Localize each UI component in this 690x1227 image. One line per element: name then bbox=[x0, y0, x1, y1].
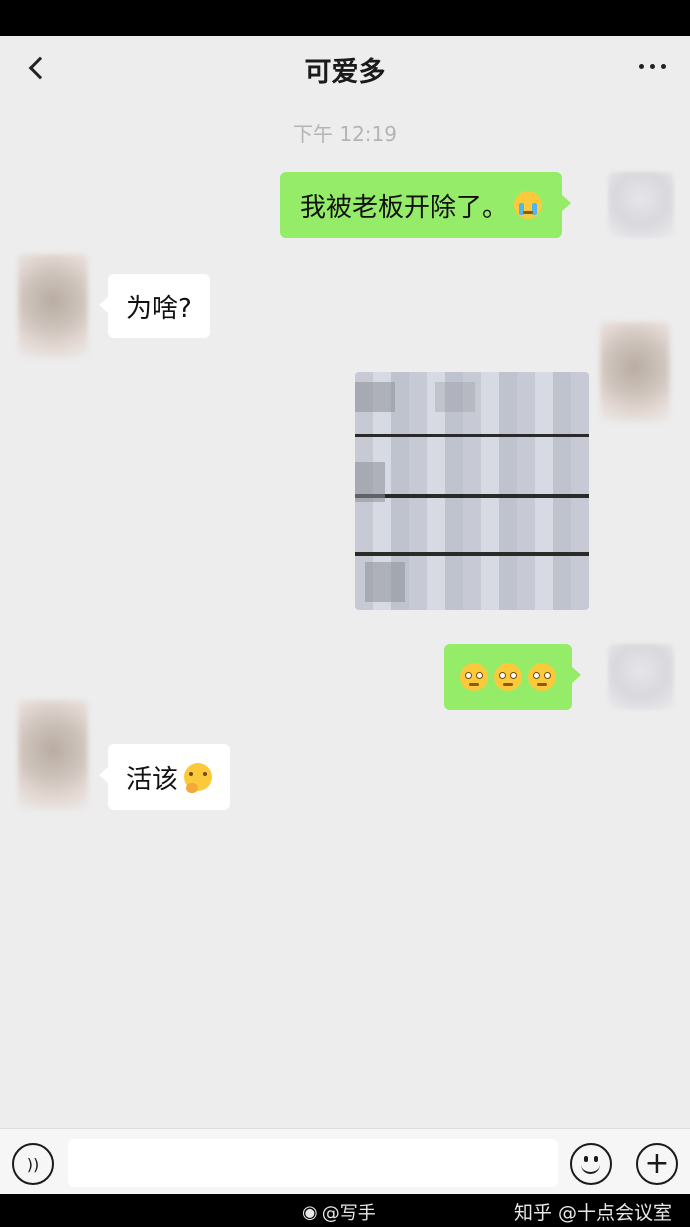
mouth bbox=[469, 683, 479, 686]
eye bbox=[510, 672, 517, 679]
mouth bbox=[537, 683, 547, 686]
flushed-face-icon bbox=[494, 663, 522, 691]
chat-title: 可爱多 bbox=[304, 57, 386, 88]
hand bbox=[186, 783, 199, 793]
eye bbox=[499, 672, 506, 679]
eye bbox=[533, 672, 540, 679]
pixelated-block bbox=[365, 562, 405, 602]
smiley-icon bbox=[581, 1164, 600, 1174]
plus-icon: + bbox=[644, 1146, 670, 1181]
pixelated-block bbox=[435, 382, 475, 412]
eye bbox=[476, 672, 483, 679]
voice-icon: )) bbox=[26, 1154, 40, 1174]
e1 bbox=[584, 1156, 588, 1162]
image-message[interactable] bbox=[355, 372, 589, 610]
weibo-watermark: ◉ @写手 bbox=[302, 1199, 376, 1225]
message-timestamp: 下午 12:19 bbox=[293, 122, 397, 146]
pixelated-block bbox=[355, 382, 395, 412]
self-avatar[interactable] bbox=[608, 172, 674, 238]
watermark-right: 知乎 @十点会议室 bbox=[513, 1202, 672, 1224]
mouth bbox=[503, 683, 513, 686]
loudly-crying-face-icon bbox=[514, 191, 543, 219]
more-dots-icon bbox=[639, 63, 644, 69]
status-bar bbox=[0, 0, 690, 36]
eye bbox=[544, 672, 551, 679]
nav-bar: 可爱多 bbox=[0, 36, 690, 98]
message-text: 活该 bbox=[126, 764, 179, 795]
watermark-bar: ◉ @写手 知乎 @十点会议室 bbox=[0, 1194, 690, 1227]
self-avatar[interactable] bbox=[600, 322, 670, 422]
message-bubble-sent[interactable] bbox=[444, 644, 581, 710]
e2 bbox=[594, 1156, 598, 1162]
emoji-button[interactable] bbox=[570, 1143, 612, 1185]
face-with-hand-over-mouth-icon bbox=[184, 763, 213, 793]
watermark-left: @写手 bbox=[321, 1203, 376, 1224]
weibo-icon: ◉ bbox=[302, 1201, 318, 1223]
self-avatar[interactable] bbox=[608, 644, 674, 710]
eye bbox=[189, 772, 194, 776]
more-button[interactable] bbox=[639, 56, 666, 76]
message-text: 我被老板开除了。 bbox=[300, 192, 509, 223]
message-bubble-sent[interactable]: 我被老板开除了。 bbox=[280, 172, 572, 238]
message-input[interactable] bbox=[68, 1139, 558, 1187]
flushed-face-icon bbox=[528, 663, 556, 691]
pixelated-block bbox=[355, 462, 385, 502]
eye bbox=[465, 672, 472, 679]
more-dot bbox=[661, 63, 666, 69]
message-bubble-received[interactable]: 为啥? bbox=[99, 274, 210, 338]
chat-screen: 可爱多 下午 12:19 我被老板开除了。 为啥? 活该)) + bbox=[0, 36, 690, 1194]
flushed-face-icon bbox=[460, 663, 488, 691]
input-bar: )) + bbox=[0, 1128, 690, 1194]
contact-avatar[interactable] bbox=[18, 700, 88, 810]
plus-button[interactable]: + bbox=[636, 1143, 678, 1185]
message-text: 为啥? bbox=[126, 293, 192, 324]
message-bubble-received[interactable]: 活该 bbox=[98, 744, 231, 810]
voice-button[interactable]: )) bbox=[12, 1143, 54, 1185]
more-dot bbox=[650, 63, 655, 69]
eye bbox=[203, 772, 208, 776]
mouth bbox=[523, 211, 534, 214]
contact-avatar[interactable] bbox=[18, 254, 88, 358]
